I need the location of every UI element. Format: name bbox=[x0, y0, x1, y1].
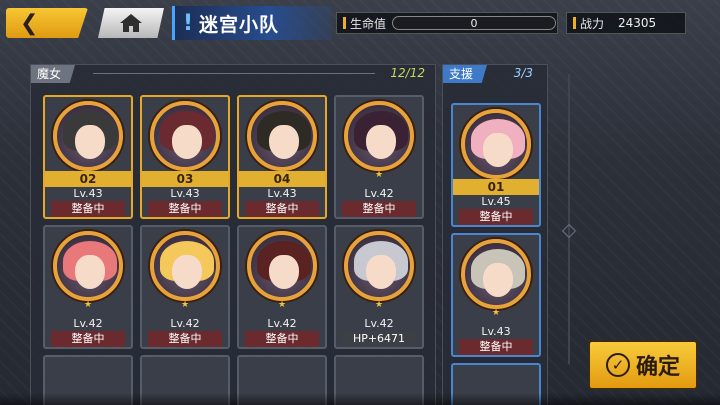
power-marker bbox=[573, 17, 576, 29]
status-badge: 整备中 bbox=[148, 201, 222, 217]
portrait-face bbox=[366, 125, 396, 159]
witch-card[interactable]: ★ Lv.42 整备中 bbox=[140, 225, 230, 349]
witches-section-label: 魔女 bbox=[31, 65, 76, 83]
panel-divider bbox=[568, 74, 570, 364]
witch-card[interactable]: 04 Lv.43 整备中 bbox=[237, 95, 327, 219]
character-portrait bbox=[150, 231, 220, 301]
team-slot-badge: 01 bbox=[453, 179, 539, 195]
power-label: 战力 bbox=[580, 16, 605, 31]
character-portrait bbox=[53, 101, 123, 171]
witch-card-partial[interactable] bbox=[140, 355, 230, 405]
status-badge: 整备中 bbox=[459, 209, 533, 225]
status-badge: HP+6471 bbox=[342, 331, 416, 347]
star-icon: ★ bbox=[491, 308, 501, 318]
confirm-button[interactable]: ✓ 确定 bbox=[588, 340, 698, 390]
level-label: Lv.43 bbox=[481, 325, 511, 338]
status-badge: 整备中 bbox=[459, 339, 533, 355]
portrait-face bbox=[269, 255, 299, 289]
level-label: Lv.43 bbox=[267, 187, 297, 200]
hp-value: 0 bbox=[470, 16, 478, 30]
portrait-face bbox=[483, 263, 513, 297]
character-portrait bbox=[53, 231, 123, 301]
support-section-label: 支援 bbox=[443, 65, 488, 83]
confirm-label: 确定 bbox=[635, 355, 680, 380]
team-slot-badge: 02 bbox=[45, 171, 131, 187]
home-icon bbox=[120, 14, 142, 32]
character-portrait bbox=[150, 101, 220, 171]
level-label: Lv.42 bbox=[73, 317, 103, 330]
character-portrait bbox=[344, 101, 414, 171]
status-badge: 整备中 bbox=[245, 331, 319, 347]
portrait-face bbox=[269, 125, 299, 159]
portrait-face bbox=[172, 125, 202, 159]
witch-card[interactable]: 03 Lv.43 整备中 bbox=[140, 95, 230, 219]
star-icon: ★ bbox=[374, 170, 384, 180]
support-card[interactable]: ★ Lv.43 整备中 bbox=[451, 233, 541, 357]
page-title: 迷宫小队 bbox=[199, 13, 280, 36]
hp-label: 生命值 bbox=[350, 16, 387, 31]
witch-card-partial[interactable] bbox=[43, 355, 133, 405]
portrait-face bbox=[483, 133, 513, 167]
witch-card[interactable]: ★ Lv.42 HP+6471 bbox=[334, 225, 424, 349]
portrait-face bbox=[172, 255, 202, 289]
witch-card[interactable]: ★ Lv.42 整备中 bbox=[43, 225, 133, 349]
home-button[interactable] bbox=[98, 8, 164, 38]
witch-card-partial[interactable] bbox=[334, 355, 424, 405]
level-label: Lv.43 bbox=[73, 187, 103, 200]
star-icon: ★ bbox=[374, 300, 384, 310]
character-portrait bbox=[344, 231, 414, 301]
support-card[interactable]: 01 Lv.45 整备中 bbox=[451, 103, 541, 227]
team-slot-badge: 03 bbox=[142, 171, 228, 187]
witch-card[interactable]: 02 Lv.43 整备中 bbox=[43, 95, 133, 219]
support-count: 3/3 bbox=[513, 66, 533, 80]
status-badge: 整备中 bbox=[51, 201, 125, 217]
back-button[interactable]: ❮ bbox=[6, 8, 88, 38]
character-portrait bbox=[461, 239, 531, 309]
status-badge: 整备中 bbox=[148, 331, 222, 347]
check-circle-icon: ✓ bbox=[605, 353, 630, 377]
status-badge: 整备中 bbox=[245, 201, 319, 217]
status-badge: 整备中 bbox=[342, 201, 416, 217]
witches-count: 12/12 bbox=[390, 66, 425, 80]
status-badge: 整备中 bbox=[51, 331, 125, 347]
portrait-face bbox=[366, 255, 396, 289]
character-portrait bbox=[247, 231, 317, 301]
title-mark: ! bbox=[183, 10, 194, 36]
witch-card[interactable]: ★ Lv.42 整备中 bbox=[334, 95, 424, 219]
back-chevron-icon: ❮ bbox=[20, 10, 39, 36]
support-card-partial[interactable] bbox=[451, 363, 541, 405]
power-value: 24305 bbox=[618, 16, 657, 30]
level-label: Lv.45 bbox=[481, 195, 511, 208]
support-panel: 支援 3/3 01 Lv.45 整备中 ★ Lv.43 整备中 bbox=[442, 64, 548, 405]
hp-display: 生命值 0 bbox=[336, 12, 558, 34]
witches-divider-line bbox=[93, 73, 375, 74]
level-label: Lv.43 bbox=[170, 187, 200, 200]
character-portrait bbox=[247, 101, 317, 171]
level-label: Lv.42 bbox=[364, 187, 394, 200]
hp-bar: 0 bbox=[392, 16, 557, 30]
page-title-bar: ! 迷宫小队 bbox=[172, 6, 332, 40]
power-display: 战力 24305 bbox=[566, 12, 686, 34]
portrait-face bbox=[75, 125, 105, 159]
portrait-face bbox=[75, 255, 105, 289]
hp-marker bbox=[343, 17, 346, 29]
level-label: Lv.42 bbox=[170, 317, 200, 330]
star-icon: ★ bbox=[277, 300, 287, 310]
level-label: Lv.42 bbox=[267, 317, 297, 330]
star-icon: ★ bbox=[180, 300, 190, 310]
team-slot-badge: 04 bbox=[239, 171, 325, 187]
character-portrait bbox=[461, 109, 531, 179]
level-label: Lv.42 bbox=[364, 317, 394, 330]
witch-card[interactable]: ★ Lv.42 整备中 bbox=[237, 225, 327, 349]
witches-panel: 魔女 12/12 02 Lv.43 整备中 03 Lv.43 整备中 04 Lv.43 整备中 ★… bbox=[30, 64, 436, 405]
witch-card-partial[interactable] bbox=[237, 355, 327, 405]
star-icon: ★ bbox=[83, 300, 93, 310]
